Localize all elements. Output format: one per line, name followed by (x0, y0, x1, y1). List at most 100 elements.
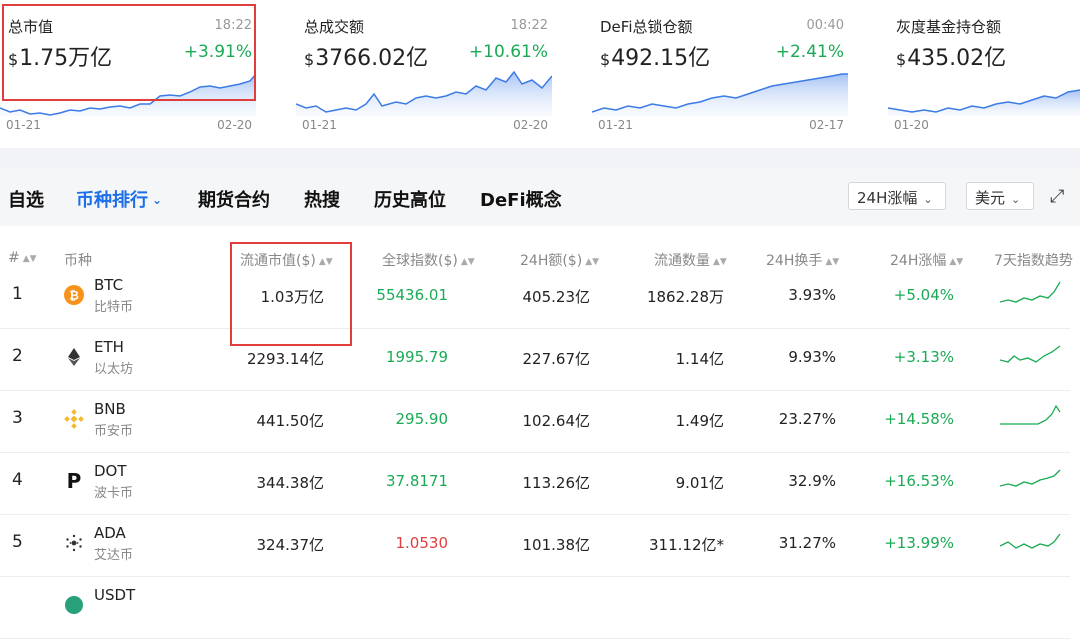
coin-symbol[interactable]: BNB (94, 400, 126, 418)
svg-text:P: P (67, 471, 82, 491)
cell-supply: 1.14亿 (675, 350, 724, 368)
cell-price: 295.90 (395, 410, 449, 428)
coin-icon: P (64, 469, 84, 493)
card-time: 18:22 (214, 18, 252, 33)
coin-rank: 1 (12, 284, 23, 304)
cell-turnover: 31.27% (778, 534, 836, 552)
sort-icon: ▲▼ (22, 254, 37, 264)
ethereum-icon (68, 348, 80, 366)
card-defi-tvl[interactable]: DeFi总锁仓额 00:40 $492.15亿 +2.41% 01-21 02-… (592, 6, 848, 136)
range-select-value: 24H涨幅 (857, 189, 918, 207)
card-date-start: 01-20 (894, 118, 929, 132)
tab-coin-ranking[interactable]: 币种排行 ⌄ (76, 186, 162, 212)
tab-hot-search[interactable]: 热搜 (304, 186, 340, 212)
cell-turnover: 9.93% (788, 348, 836, 366)
table-row[interactable]: 4 P DOT 波卡币 344.38亿 37.8171 113.26亿 9.01亿 32.9% +… (0, 452, 1070, 515)
tab-favorites[interactable]: 自选 (8, 186, 44, 212)
cell-turnover: 32.9% (788, 472, 836, 490)
polkadot-icon: P (67, 469, 82, 493)
cell-price: 37.8171 (385, 472, 448, 490)
coin-symbol[interactable]: ADA (94, 524, 126, 542)
cell-change: +5.04% (893, 286, 954, 304)
card-change: +10.61% (468, 42, 548, 62)
trend-sparkline (1000, 533, 1061, 549)
coin-rank: 2 (12, 346, 23, 366)
coin-name: 以太坊 (94, 362, 134, 377)
cell-volume: 227.67亿 (522, 350, 591, 368)
market-nav: 自选 币种排行 ⌄ 期货合约 热搜 历史高位 DeFi概念 24H涨幅 ⌄ 美元 ⌄ … (0, 168, 1080, 226)
cell-market-cap: 344.38亿 (256, 474, 325, 492)
bitcoin-icon: ₿ (64, 285, 84, 305)
binance-icon (64, 409, 84, 429)
trend-sparkline (1000, 345, 1061, 363)
trend-sparkline (1000, 469, 1061, 487)
sparkline-chart (888, 89, 1080, 116)
coin-rank: 3 (12, 408, 23, 428)
tab-futures[interactable]: 期货合约 (198, 186, 270, 212)
coin-rank: 4 (12, 470, 23, 490)
cell-market-cap: 441.50亿 (256, 412, 325, 430)
currency-select[interactable]: 美元 ⌄ (966, 182, 1034, 210)
cell-price: 1.0530 (395, 534, 449, 552)
tab-defi[interactable]: DeFi概念 (480, 186, 562, 212)
cell-volume: 113.26亿 (522, 474, 591, 492)
cell-supply: 1862.28万 (646, 288, 724, 306)
stats-cards: 总市值 18:22 $1.75万亿 +3.91% 01-21 02-20 总成交… (0, 0, 1080, 148)
card-total-volume[interactable]: 总成交额 18:22 $3766.02亿 +10.61% 01-21 02-20 (296, 6, 552, 136)
table-row[interactable]: 2 ETH 以太坊 2293.14亿 1995.79 227.67亿 1.14亿 9.93% +… (0, 328, 1070, 391)
card-title: 总市值 (8, 18, 54, 36)
coin-symbol[interactable]: DOT (94, 462, 127, 480)
cell-change: +3.13% (893, 348, 954, 366)
card-date-end: 02-20 (217, 118, 252, 132)
cell-volume: 101.38亿 (522, 536, 591, 554)
card-title: 总成交额 (304, 18, 365, 36)
chevron-down-icon: ⌄ (1011, 193, 1021, 206)
col-header-rank[interactable]: # ▲▼ (8, 250, 37, 266)
table-row[interactable]: 1 ₿ BTC 比特币 1.03万亿 55436.01 405.23亿 1862.28万 3.9… (0, 266, 1070, 329)
cell-market-cap: 324.37亿 (256, 536, 325, 554)
coin-name: 比特币 (94, 300, 134, 315)
card-change: +3.91% (183, 42, 252, 62)
cell-change: +14.58% (884, 410, 954, 428)
coin-symbol[interactable]: BTC (94, 276, 123, 294)
cell-price: 1995.79 (385, 348, 448, 366)
coin-symbol[interactable]: ETH (94, 338, 124, 356)
section-divider (0, 148, 1080, 168)
card-change: +2.41% (775, 42, 844, 62)
table-row[interactable]: 5 ADA 艾达币 324.37亿 1.0530 101.38亿 311.12亿* 31.27… (0, 514, 1070, 577)
coin-icon (64, 347, 84, 367)
tab-all-time-high[interactable]: 历史高位 (374, 186, 446, 212)
cell-change: +16.53% (884, 472, 954, 490)
cell-supply: 9.01亿 (675, 474, 724, 492)
card-time: 18:22 (510, 18, 548, 33)
cell-change: +13.99% (884, 534, 954, 552)
sparkline-chart (592, 73, 848, 116)
fullscreen-icon[interactable]: ⤢ (1050, 186, 1064, 207)
cardano-icon (66, 534, 82, 552)
coin-name: 波卡币 (94, 486, 134, 501)
coin-symbol[interactable]: USDT (94, 586, 135, 604)
trend-sparkline (1000, 404, 1061, 425)
cell-turnover: 3.93% (788, 286, 836, 304)
coin-icon: ₿ (64, 285, 84, 305)
card-date-start: 01-21 (302, 118, 337, 132)
cell-supply: 1.49亿 (675, 412, 724, 430)
cell-market-cap: 2293.14亿 (246, 350, 324, 368)
svg-text:₿: ₿ (69, 289, 79, 303)
card-total-market-cap[interactable]: 总市值 18:22 $1.75万亿 +3.91% 01-21 02-20 (0, 6, 256, 136)
chevron-down-icon: ⌄ (152, 193, 163, 207)
table-row[interactable]: USDT (0, 576, 1070, 639)
coin-icon (64, 595, 84, 615)
card-title: 灰度基金持仓额 (896, 18, 1002, 36)
cell-price: 55436.01 (376, 286, 448, 304)
coin-icon (64, 409, 84, 429)
cell-volume: 405.23亿 (522, 288, 591, 306)
card-date-end: 02-17 (809, 118, 844, 132)
trend-sparkline (1000, 281, 1061, 303)
card-date-start: 01-21 (6, 118, 41, 132)
currency-select-value: 美元 (975, 189, 1006, 207)
table-row[interactable]: 3 BNB 币安币 441.50亿 295.90 102.64亿 1.49亿 23.27% +1… (0, 390, 1070, 453)
range-select[interactable]: 24H涨幅 ⌄ (848, 182, 946, 210)
coin-icon (64, 533, 84, 553)
card-grayscale-holdings[interactable]: 灰度基金持仓额 $435.02亿 01-20 (888, 6, 1080, 136)
